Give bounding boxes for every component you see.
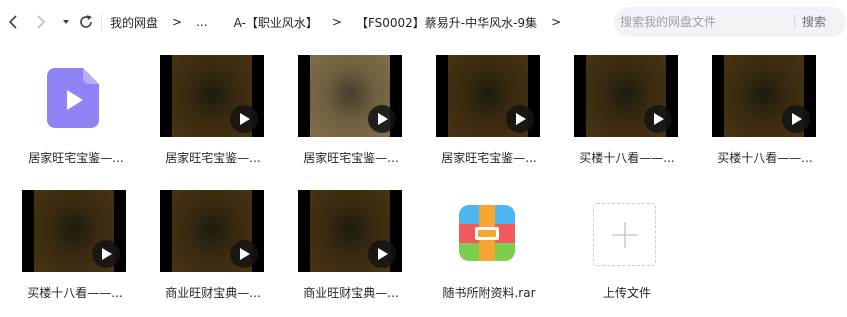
file-tile[interactable]: 商业旺财宝典—... <box>288 190 402 310</box>
play-icon <box>378 113 388 125</box>
play-icon <box>378 248 388 260</box>
search-button[interactable]: 搜索 <box>802 7 826 37</box>
play-button[interactable] <box>506 105 534 133</box>
video-thumbnail <box>160 190 264 272</box>
play-button[interactable] <box>368 105 396 133</box>
video-thumbnail <box>22 190 126 272</box>
file-tile[interactable]: 居家旺宅宝鉴—... <box>288 55 402 175</box>
file-name: 居家旺宅宝鉴—... <box>441 151 537 165</box>
file-tile[interactable]: 居家旺宅宝鉴—... <box>150 55 264 175</box>
file-tile[interactable]: 商业旺财宝典—... <box>150 190 264 310</box>
caret-down-icon <box>63 20 69 24</box>
play-button[interactable] <box>782 105 810 133</box>
file-tile[interactable]: 买楼十八看——... <box>12 190 126 310</box>
file-tile[interactable]: 居家旺宅宝鉴—... <box>426 55 540 175</box>
play-icon <box>516 113 526 125</box>
file-tile[interactable]: 买楼十八看——... <box>564 55 678 175</box>
video-thumbnail <box>298 55 402 137</box>
file-name: 买楼十八看——... <box>579 151 675 165</box>
video-thumbnail <box>436 55 540 137</box>
play-document-icon <box>47 68 99 128</box>
breadcrumb-item-ellipsis[interactable]: ... <box>196 15 207 29</box>
play-icon <box>240 248 250 260</box>
breadcrumb: 我的网盘 > ... > A-【职业风水】 > 【FS0002】蔡易升-中华风水… <box>110 0 575 44</box>
upload-button[interactable] <box>593 203 656 266</box>
file-tile[interactable]: 买楼十八看——... <box>702 55 816 175</box>
file-name: 商业旺财宝典—... <box>165 286 261 300</box>
breadcrumb-item-current[interactable]: 【FS0002】蔡易升-中华风水-9集 <box>356 14 537 31</box>
video-thumbnail <box>574 55 678 137</box>
play-icon <box>654 113 664 125</box>
file-name: 商业旺财宝典—... <box>303 286 399 300</box>
toolbar-divider <box>101 13 102 31</box>
breadcrumb-separator: > <box>331 15 342 29</box>
file-name: 居家旺宅宝鉴—... <box>165 151 261 165</box>
upload-label: 上传文件 <box>602 286 651 300</box>
chevron-left-icon <box>8 15 17 29</box>
play-button[interactable] <box>644 105 672 133</box>
play-icon <box>102 248 112 260</box>
breadcrumb-separator: > <box>551 15 562 29</box>
plus-icon <box>611 221 638 248</box>
breadcrumb-item-folder[interactable]: A-【职业风水】 <box>234 14 318 31</box>
play-button[interactable] <box>230 105 258 133</box>
rar-archive-icon <box>459 205 515 261</box>
play-button[interactable] <box>92 240 120 268</box>
breadcrumb-separator: > <box>172 15 183 29</box>
forward-button[interactable] <box>30 10 52 34</box>
refresh-button[interactable] <box>75 10 97 34</box>
video-thumbnail <box>298 190 402 272</box>
file-name: 买楼十八看——... <box>27 286 123 300</box>
back-button[interactable] <box>2 10 24 34</box>
history-dropdown-button[interactable] <box>55 10 77 34</box>
file-name: 居家旺宅宝鉴—... <box>28 151 124 165</box>
search-divider <box>794 15 795 29</box>
play-button[interactable] <box>230 240 258 268</box>
play-icon <box>792 113 802 125</box>
file-name: 随书所附资料.rar <box>442 286 536 300</box>
file-name: 买楼十八看——... <box>717 151 813 165</box>
search-input[interactable] <box>620 10 788 34</box>
file-name: 居家旺宅宝鉴—... <box>303 151 399 165</box>
refresh-icon <box>80 15 92 28</box>
video-thumbnail <box>712 55 816 137</box>
video-thumbnail <box>160 55 264 137</box>
chevron-right-icon <box>37 15 46 29</box>
play-icon <box>240 113 250 125</box>
toolbar: 我的网盘 > ... > A-【职业风水】 > 【FS0002】蔡易升-中华风水… <box>0 0 847 44</box>
play-button[interactable] <box>368 240 396 268</box>
breadcrumb-item-home[interactable]: 我的网盘 <box>110 14 158 31</box>
search-box: 搜索 <box>614 7 846 37</box>
